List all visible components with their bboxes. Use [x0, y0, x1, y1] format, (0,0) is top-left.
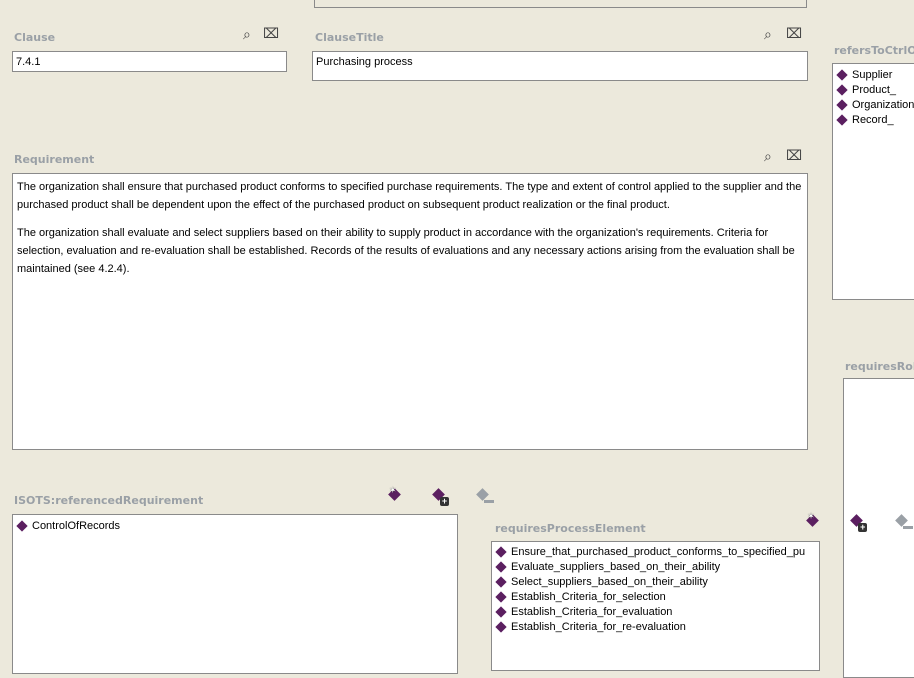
- instance-icon: [495, 575, 507, 588]
- instance-icon: [495, 545, 507, 558]
- top-partial-panel: [314, 0, 807, 8]
- search-icon[interactable]: ⌕: [764, 148, 772, 165]
- referenced-requirement-label: ISOTS:referencedRequirement: [14, 494, 204, 507]
- remove-instance-icon[interactable]: [895, 514, 914, 530]
- search-icon[interactable]: ⌕: [243, 26, 251, 43]
- instance-icon: [836, 113, 848, 126]
- clause-title-label: ClauseTitle: [315, 31, 384, 44]
- list-item[interactable]: Product_: [833, 82, 914, 97]
- create-instance-icon[interactable]: ✶: [388, 485, 404, 504]
- list-item[interactable]: Record_: [833, 112, 914, 127]
- instance-icon: [495, 560, 507, 573]
- requires-process-element-list[interactable]: Ensure_that_purchased_product_conforms_t…: [491, 541, 820, 671]
- list-item[interactable]: Supplier: [833, 67, 914, 82]
- list-item[interactable]: Establish_Criteria_for_selection: [492, 589, 819, 604]
- list-item[interactable]: Establish_Criteria_for_re-evaluation: [492, 619, 819, 634]
- instance-icon: [836, 68, 848, 81]
- instance-icon: [16, 519, 28, 532]
- clause-label: Clause: [14, 31, 56, 44]
- referenced-requirement-list[interactable]: ControlOfRecords: [12, 514, 458, 674]
- list-item[interactable]: Establish_Criteria_for_evaluation: [492, 604, 819, 619]
- instance-icon: [495, 605, 507, 618]
- refers-to-ctrl-label: refersToCtrlO: [834, 44, 914, 57]
- requirement-textarea[interactable]: The organization shall ensure that purch…: [12, 173, 808, 450]
- list-item[interactable]: Organization: [833, 97, 914, 112]
- list-item[interactable]: Ensure_that_purchased_product_conforms_t…: [492, 544, 819, 559]
- list-item[interactable]: ControlOfRecords: [13, 518, 457, 533]
- delete-icon[interactable]: ⌧: [786, 25, 802, 42]
- clause-field[interactable]: 7.4.1: [12, 51, 287, 72]
- clause-title-field[interactable]: Purchasing process: [312, 51, 808, 81]
- requirement-paragraph: The organization shall evaluate and sele…: [17, 227, 795, 275]
- instance-icon: [495, 590, 507, 603]
- search-icon[interactable]: ⌕: [764, 26, 772, 43]
- list-item[interactable]: Evaluate_suppliers_based_on_their_abilit…: [492, 559, 819, 574]
- refers-to-ctrl-list[interactable]: Supplier Product_ Organization Record_: [832, 63, 914, 300]
- instance-icon: [836, 83, 848, 96]
- requirement-label: Requirement: [14, 153, 95, 166]
- create-instance-icon[interactable]: ✶: [806, 511, 822, 530]
- instance-icon: [836, 98, 848, 111]
- add-instance-icon[interactable]: +: [850, 514, 868, 532]
- add-instance-icon[interactable]: +: [432, 488, 450, 506]
- requires-role-label: requiresRol: [845, 360, 914, 373]
- remove-instance-icon[interactable]: [476, 488, 495, 504]
- instance-icon: [495, 620, 507, 633]
- delete-icon[interactable]: ⌧: [263, 25, 279, 42]
- requires-process-element-label: requiresProcessElement: [495, 522, 646, 535]
- requirement-paragraph: The organization shall ensure that purch…: [17, 181, 802, 211]
- list-item[interactable]: Select_suppliers_based_on_their_ability: [492, 574, 819, 589]
- delete-icon[interactable]: ⌧: [786, 147, 802, 164]
